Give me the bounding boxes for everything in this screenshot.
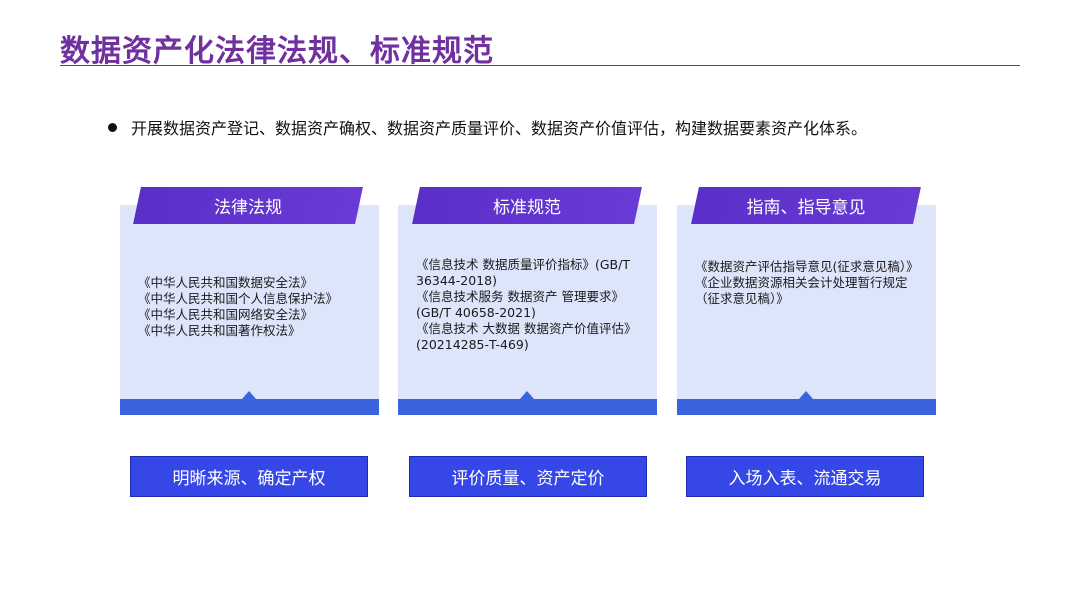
panel-notch-icon [520, 391, 534, 399]
list-item: 《信息技术服务 数据资产 管理要求》(GB/T 40658-2021) [416, 289, 624, 320]
tab-guidelines: 指南、指导意见 [695, 187, 917, 224]
panel-guidelines: 《数据资产评估指导意见(征求意见稿）》 《企业数据资源相关会计处理暂行规定（征求… [677, 205, 936, 415]
panel-notch-icon [242, 391, 256, 399]
tab-standards: 标准规范 [416, 187, 638, 224]
tab-laws: 法律法规 [137, 187, 359, 224]
list-item: 《中华人民共和国著作权法》 [138, 323, 301, 338]
list-item: 《中华人民共和国个人信息保护法》 [138, 291, 339, 306]
list-item: 《信息技术 数据质量评价指标》(GB/T 36344-2018) [416, 257, 634, 288]
action-label: 评价质量、资产定价 [451, 469, 605, 489]
list-item: 《企业数据资源相关会计处理暂行规定（征求意见稿）》 [695, 275, 908, 306]
list-item: 《中华人民共和国数据安全法》 [138, 275, 314, 290]
action-label: 明晰来源、确定产权 [172, 469, 326, 489]
panel-notch-icon [799, 391, 813, 399]
panel-bottom-bar [398, 399, 657, 415]
intro-bullet: 开展数据资产登记、数据资产确权、数据资产质量评价、数据资产价值评估，构建数据要素… [108, 116, 867, 138]
tab-guidelines-label: 指南、指导意见 [746, 198, 866, 218]
tab-standards-label: 标准规范 [493, 198, 561, 218]
page-title: 数据资产化法律法规、标准规范 [60, 34, 494, 69]
action-button-ownership[interactable]: 明晰来源、确定产权 [130, 456, 368, 497]
title-divider [60, 65, 1020, 66]
list-item: 《数据资产评估指导意见(征求意见稿）》 [695, 259, 919, 274]
panel-laws-text: 《中华人民共和国数据安全法》 《中华人民共和国个人信息保护法》 《中华人民共和国… [138, 275, 369, 339]
tab-laws-label: 法律法规 [214, 198, 282, 218]
list-item: 《中华人民共和国网络安全法》 [138, 307, 314, 322]
action-label: 入场入表、流通交易 [728, 469, 882, 489]
action-button-pricing[interactable]: 评价质量、资产定价 [409, 456, 647, 497]
bullet-dot-icon [108, 122, 117, 132]
action-button-trading[interactable]: 入场入表、流通交易 [686, 456, 924, 497]
panel-standards-text: 《信息技术 数据质量评价指标》(GB/T 36344-2018) 《信息技术服务… [416, 257, 647, 353]
panel-bottom-bar [677, 399, 936, 415]
panel-laws: 《中华人民共和国数据安全法》 《中华人民共和国个人信息保护法》 《中华人民共和国… [120, 205, 379, 415]
panel-standards: 《信息技术 数据质量评价指标》(GB/T 36344-2018) 《信息技术服务… [398, 205, 657, 415]
panel-guidelines-text: 《数据资产评估指导意见(征求意见稿）》 《企业数据资源相关会计处理暂行规定（征求… [695, 259, 926, 307]
panel-bottom-bar [120, 399, 379, 415]
intro-text: 开展数据资产登记、数据资产确权、数据资产质量评价、数据资产价值评估，构建数据要素… [131, 119, 868, 138]
list-item: 《信息技术 大数据 数据资产价值评估》(20214285-T-469) [416, 321, 637, 352]
